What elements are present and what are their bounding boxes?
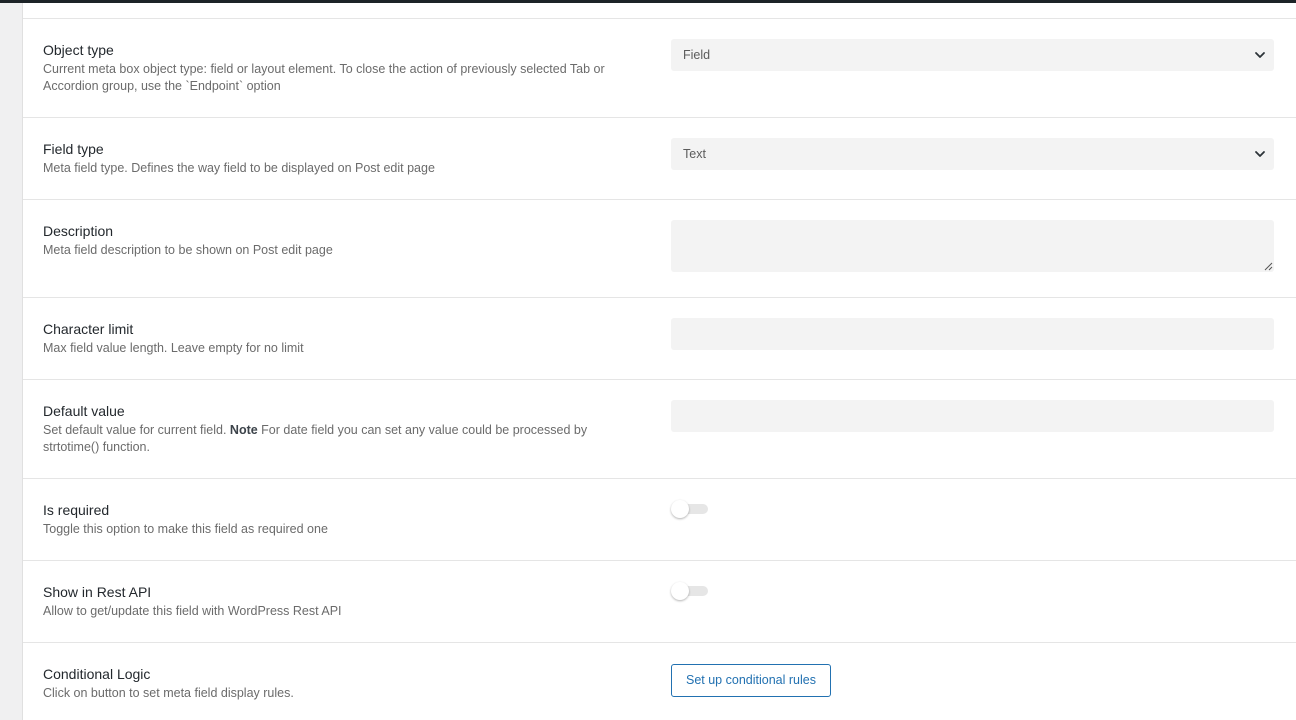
set-up-conditional-rules-button[interactable]: Set up conditional rules (671, 664, 831, 697)
character-limit-description: Max field value length. Leave empty for … (43, 341, 304, 355)
object-type-row: Object type Current meta box object type… (23, 18, 1296, 117)
character-limit-row: Character limit Max field value length. … (23, 297, 1296, 379)
object-type-description: Current meta box object type: field or l… (43, 62, 605, 93)
default-value-row: Default value Set default value for curr… (23, 379, 1296, 478)
field-type-select[interactable]: Text (671, 138, 1274, 170)
show-in-rest-api-toggle[interactable] (671, 581, 708, 601)
conditional-logic-description: Click on button to set meta field displa… (43, 686, 294, 700)
object-type-selected-value: Field (683, 48, 711, 62)
default-value-input[interactable] (671, 400, 1274, 432)
meta-field-settings-panel: Object type Current meta box object type… (22, 3, 1296, 720)
description-label: Description (43, 223, 114, 239)
show-in-rest-api-label: Show in Rest API (43, 584, 152, 600)
chevron-down-icon (1255, 151, 1265, 157)
show-in-rest-api-row: Show in Rest API Allow to get/update thi… (23, 560, 1296, 642)
character-limit-input[interactable] (671, 318, 1274, 350)
is-required-row: Is required Toggle this option to make t… (23, 478, 1296, 560)
conditional-logic-row: Conditional Logic Click on button to set… (23, 642, 1296, 720)
field-type-selected-value: Text (683, 147, 706, 161)
object-type-label: Object type (43, 42, 114, 58)
show-in-rest-api-description: Allow to get/update this field with Word… (43, 604, 342, 618)
toggle-knob (671, 500, 689, 518)
chevron-down-icon (1255, 52, 1265, 58)
description-row: Description Meta field description to be… (23, 199, 1296, 297)
toggle-knob (671, 582, 689, 600)
character-limit-label: Character limit (43, 321, 134, 337)
field-type-description: Meta field type. Defines the way field t… (43, 161, 435, 175)
object-type-select[interactable]: Field (671, 39, 1274, 71)
default-value-description-text: Set default value for current field. (43, 423, 230, 437)
description-textarea[interactable] (671, 220, 1274, 272)
default-value-note: Note (229, 423, 258, 437)
is-required-toggle[interactable] (671, 499, 708, 519)
default-value-label: Default value (43, 403, 125, 419)
field-type-label: Field type (43, 141, 104, 157)
is-required-label: Is required (43, 502, 110, 518)
default-value-description: Set default value for current field. Not… (43, 422, 643, 456)
description-description: Meta field description to be shown on Po… (43, 243, 333, 257)
resize-handle-icon[interactable] (1264, 262, 1273, 271)
is-required-description: Toggle this option to make this field as… (43, 522, 328, 536)
field-type-row: Field type Meta field type. Defines the … (23, 117, 1296, 199)
conditional-logic-label: Conditional Logic (43, 666, 151, 682)
